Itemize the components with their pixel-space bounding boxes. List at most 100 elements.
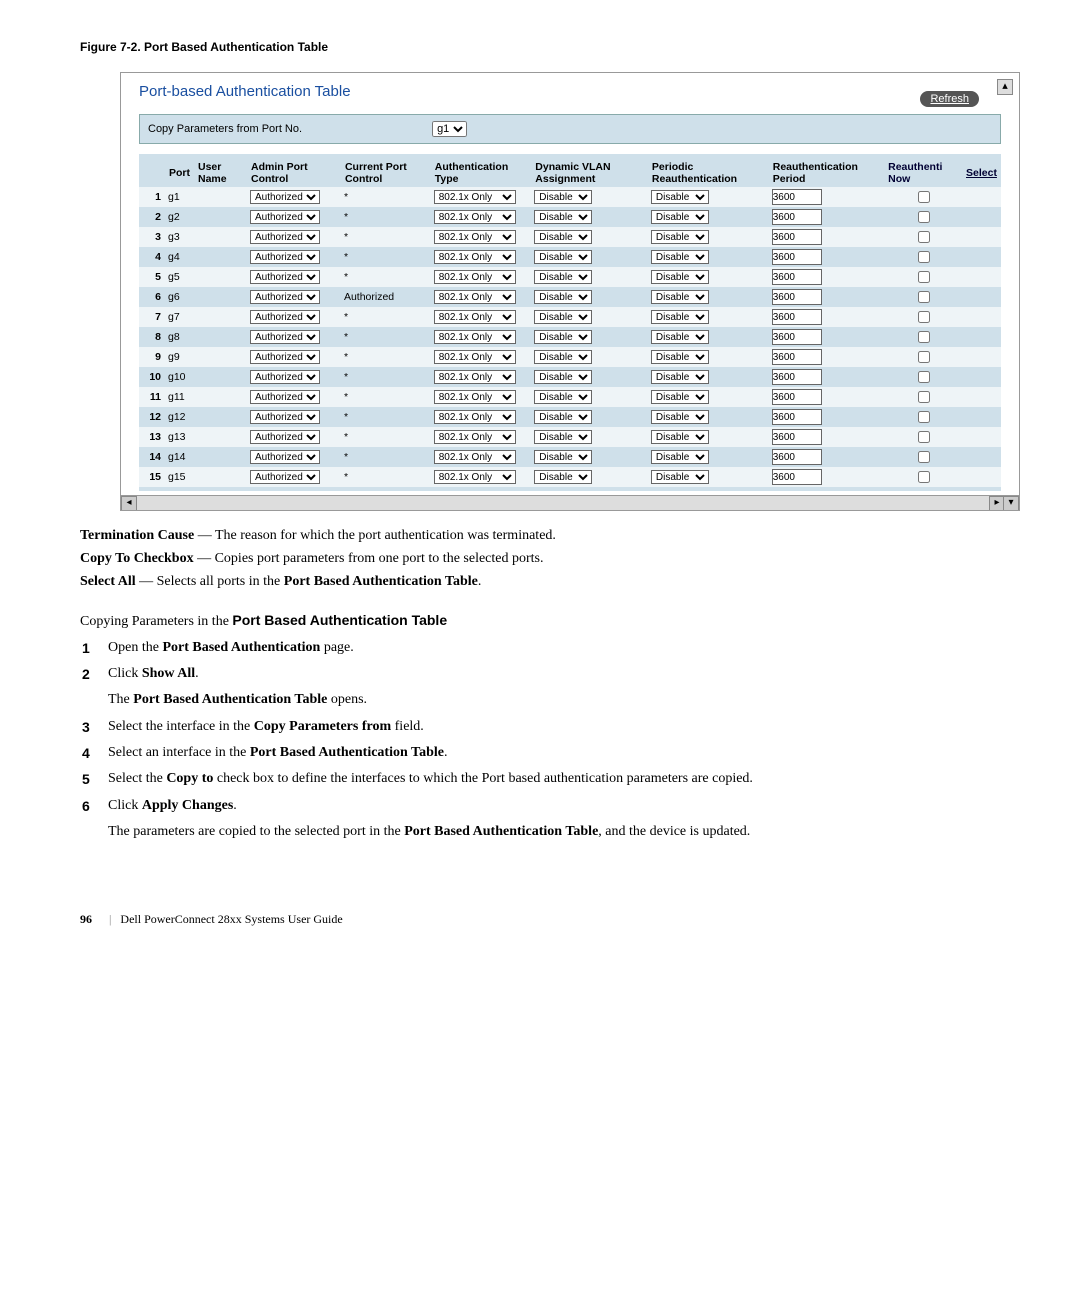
periodic-select[interactable]: Disable — [651, 190, 709, 204]
reauth-now-checkbox[interactable] — [918, 191, 930, 203]
reauth-now-checkbox[interactable] — [918, 231, 930, 243]
vlan-select[interactable]: Disable — [534, 230, 592, 244]
reauth-period-input[interactable] — [772, 469, 822, 485]
reauth-period-input[interactable] — [772, 289, 822, 305]
reauth-period-input[interactable] — [772, 449, 822, 465]
reauth-now-checkbox[interactable] — [918, 451, 930, 463]
auth-select[interactable]: 802.1x Only — [434, 210, 516, 224]
admin-select[interactable]: Authorized — [250, 290, 320, 304]
auth-select[interactable]: 802.1x Only — [434, 190, 516, 204]
admin-select[interactable]: Authorized — [250, 370, 320, 384]
reauth-now-checkbox[interactable] — [918, 431, 930, 443]
reauth-period-input[interactable] — [772, 409, 822, 425]
periodic-select[interactable]: Disable — [651, 450, 709, 464]
periodic-select[interactable]: Disable — [651, 250, 709, 264]
refresh-button[interactable]: Refresh — [920, 91, 979, 107]
copy-params-select[interactable]: g1 — [432, 121, 467, 137]
reauth-now-checkbox[interactable] — [918, 471, 930, 483]
vlan-select[interactable]: Disable — [534, 210, 592, 224]
vlan-select[interactable]: Disable — [534, 190, 592, 204]
reauth-now-checkbox[interactable] — [918, 351, 930, 363]
vlan-select[interactable]: Disable — [534, 370, 592, 384]
auth-select[interactable]: 802.1x Only — [434, 370, 516, 384]
scroll-left-icon[interactable]: ◂ — [121, 496, 137, 510]
auth-select[interactable]: 802.1x Only — [434, 230, 516, 244]
periodic-select[interactable]: Disable — [651, 310, 709, 324]
reauth-period-input[interactable] — [772, 209, 822, 225]
admin-select[interactable]: Authorized — [250, 410, 320, 424]
reauth-period-input[interactable] — [772, 249, 822, 265]
auth-select[interactable]: 802.1x Only — [434, 430, 516, 444]
reauth-period-input[interactable] — [772, 229, 822, 245]
row-user — [194, 327, 247, 347]
vlan-select[interactable]: Disable — [534, 350, 592, 364]
reauth-period-input[interactable] — [772, 369, 822, 385]
auth-select[interactable]: 802.1x Only — [434, 450, 516, 464]
periodic-select[interactable]: Disable — [651, 290, 709, 304]
periodic-select[interactable]: Disable — [651, 370, 709, 384]
scroll-up-icon[interactable]: ▴ — [997, 79, 1013, 95]
row-auth: 802.1x Only — [431, 247, 532, 267]
reauth-period-input[interactable] — [772, 189, 822, 205]
reauth-now-checkbox[interactable] — [918, 331, 930, 343]
periodic-select[interactable]: Disable — [651, 230, 709, 244]
auth-select[interactable]: 802.1x Only — [434, 270, 516, 284]
admin-select[interactable]: Authorized — [250, 230, 320, 244]
reauth-now-checkbox[interactable] — [918, 251, 930, 263]
admin-select[interactable]: Authorized — [250, 470, 320, 484]
reauth-period-input[interactable] — [772, 349, 822, 365]
periodic-select[interactable]: Disable — [651, 410, 709, 424]
periodic-select[interactable]: Disable — [651, 210, 709, 224]
auth-select[interactable]: 802.1x Only — [434, 470, 516, 484]
auth-select[interactable]: 802.1x Only — [434, 330, 516, 344]
vlan-select[interactable]: Disable — [534, 250, 592, 264]
vlan-select[interactable]: Disable — [534, 410, 592, 424]
reauth-period-input[interactable] — [772, 389, 822, 405]
vlan-select[interactable]: Disable — [534, 290, 592, 304]
periodic-select[interactable]: Disable — [651, 470, 709, 484]
periodic-select[interactable]: Disable — [651, 390, 709, 404]
admin-select[interactable]: Authorized — [250, 190, 320, 204]
reauth-now-checkbox[interactable] — [918, 391, 930, 403]
vlan-select[interactable]: Disable — [534, 270, 592, 284]
admin-select[interactable]: Authorized — [250, 210, 320, 224]
periodic-select[interactable]: Disable — [651, 330, 709, 344]
periodic-select[interactable]: Disable — [651, 350, 709, 364]
periodic-select[interactable]: Disable — [651, 270, 709, 284]
row-port: g10 — [165, 367, 194, 387]
vlan-select[interactable]: Disable — [534, 450, 592, 464]
admin-select[interactable]: Authorized — [250, 350, 320, 364]
periodic-select[interactable]: Disable — [651, 430, 709, 444]
admin-select[interactable]: Authorized — [250, 270, 320, 284]
reauth-now-checkbox[interactable] — [918, 211, 930, 223]
vlan-select[interactable]: Disable — [534, 430, 592, 444]
reauth-now-checkbox[interactable] — [918, 371, 930, 383]
admin-select[interactable]: Authorized — [250, 430, 320, 444]
admin-select[interactable]: Authorized — [250, 310, 320, 324]
auth-select[interactable]: 802.1x Only — [434, 250, 516, 264]
auth-select[interactable]: 802.1x Only — [434, 390, 516, 404]
auth-select[interactable]: 802.1x Only — [434, 310, 516, 324]
h-scrollbar[interactable]: ◂ ▸ ▾ — [121, 495, 1019, 510]
auth-select[interactable]: 802.1x Only — [434, 410, 516, 424]
row-auth: 802.1x Only — [431, 287, 532, 307]
reauth-now-checkbox[interactable] — [918, 311, 930, 323]
scroll-down-icon[interactable]: ▾ — [1003, 496, 1019, 510]
auth-select[interactable]: 802.1x Only — [434, 290, 516, 304]
admin-select[interactable]: Authorized — [250, 330, 320, 344]
admin-select[interactable]: Authorized — [250, 450, 320, 464]
reauth-now-checkbox[interactable] — [918, 291, 930, 303]
admin-select[interactable]: Authorized — [250, 390, 320, 404]
vlan-select[interactable]: Disable — [534, 470, 592, 484]
vlan-select[interactable]: Disable — [534, 390, 592, 404]
reauth-now-checkbox[interactable] — [918, 271, 930, 283]
vlan-select[interactable]: Disable — [534, 330, 592, 344]
auth-select[interactable]: 802.1x Only — [434, 350, 516, 364]
vlan-select[interactable]: Disable — [534, 310, 592, 324]
admin-select[interactable]: Authorized — [250, 250, 320, 264]
reauth-period-input[interactable] — [772, 429, 822, 445]
reauth-period-input[interactable] — [772, 269, 822, 285]
reauth-now-checkbox[interactable] — [918, 411, 930, 423]
reauth-period-input[interactable] — [772, 309, 822, 325]
reauth-period-input[interactable] — [772, 329, 822, 345]
